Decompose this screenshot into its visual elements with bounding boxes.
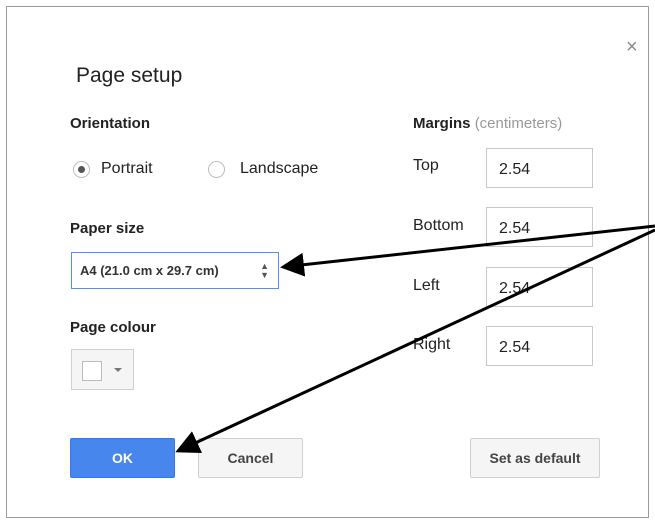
margin-bottom-input[interactable]: 2.54 (486, 207, 593, 247)
page-colour-heading: Page colour (70, 319, 156, 336)
portrait-radio[interactable] (73, 161, 90, 178)
margins-unit: (centimeters) (474, 115, 563, 132)
ok-button[interactable]: OK (70, 438, 175, 478)
margin-left-label: Left (413, 277, 440, 294)
set-as-default-button[interactable]: Set as default (470, 438, 600, 478)
margins-heading: Margins (centimeters) (413, 115, 563, 132)
paper-size-select[interactable]: A4 (21.0 cm x 29.7 cm) ▲ ▼ (71, 252, 279, 289)
portrait-label[interactable]: Portrait (101, 160, 153, 178)
margin-right-input[interactable]: 2.54 (486, 326, 593, 366)
colour-swatch (82, 361, 102, 381)
orientation-heading: Orientation (70, 115, 151, 132)
landscape-radio[interactable] (208, 161, 225, 178)
select-arrows-icon: ▲ ▼ (260, 261, 269, 280)
margin-top-label: Top (413, 157, 439, 174)
margin-top-input[interactable]: 2.54 (486, 148, 593, 188)
margin-right-label: Right (413, 336, 451, 353)
cancel-button[interactable]: Cancel (198, 438, 303, 478)
landscape-label[interactable]: Landscape (240, 160, 318, 178)
dialog-title: Page setup (76, 64, 183, 87)
margin-bottom-label: Bottom (413, 217, 464, 234)
close-icon[interactable]: × (626, 37, 638, 57)
paper-size-value: A4 (21.0 cm x 29.7 cm) (80, 263, 219, 278)
paper-size-heading: Paper size (70, 220, 145, 237)
page-colour-picker[interactable] (71, 349, 134, 390)
chevron-down-icon (114, 368, 122, 372)
margin-left-input[interactable]: 2.54 (486, 267, 593, 307)
